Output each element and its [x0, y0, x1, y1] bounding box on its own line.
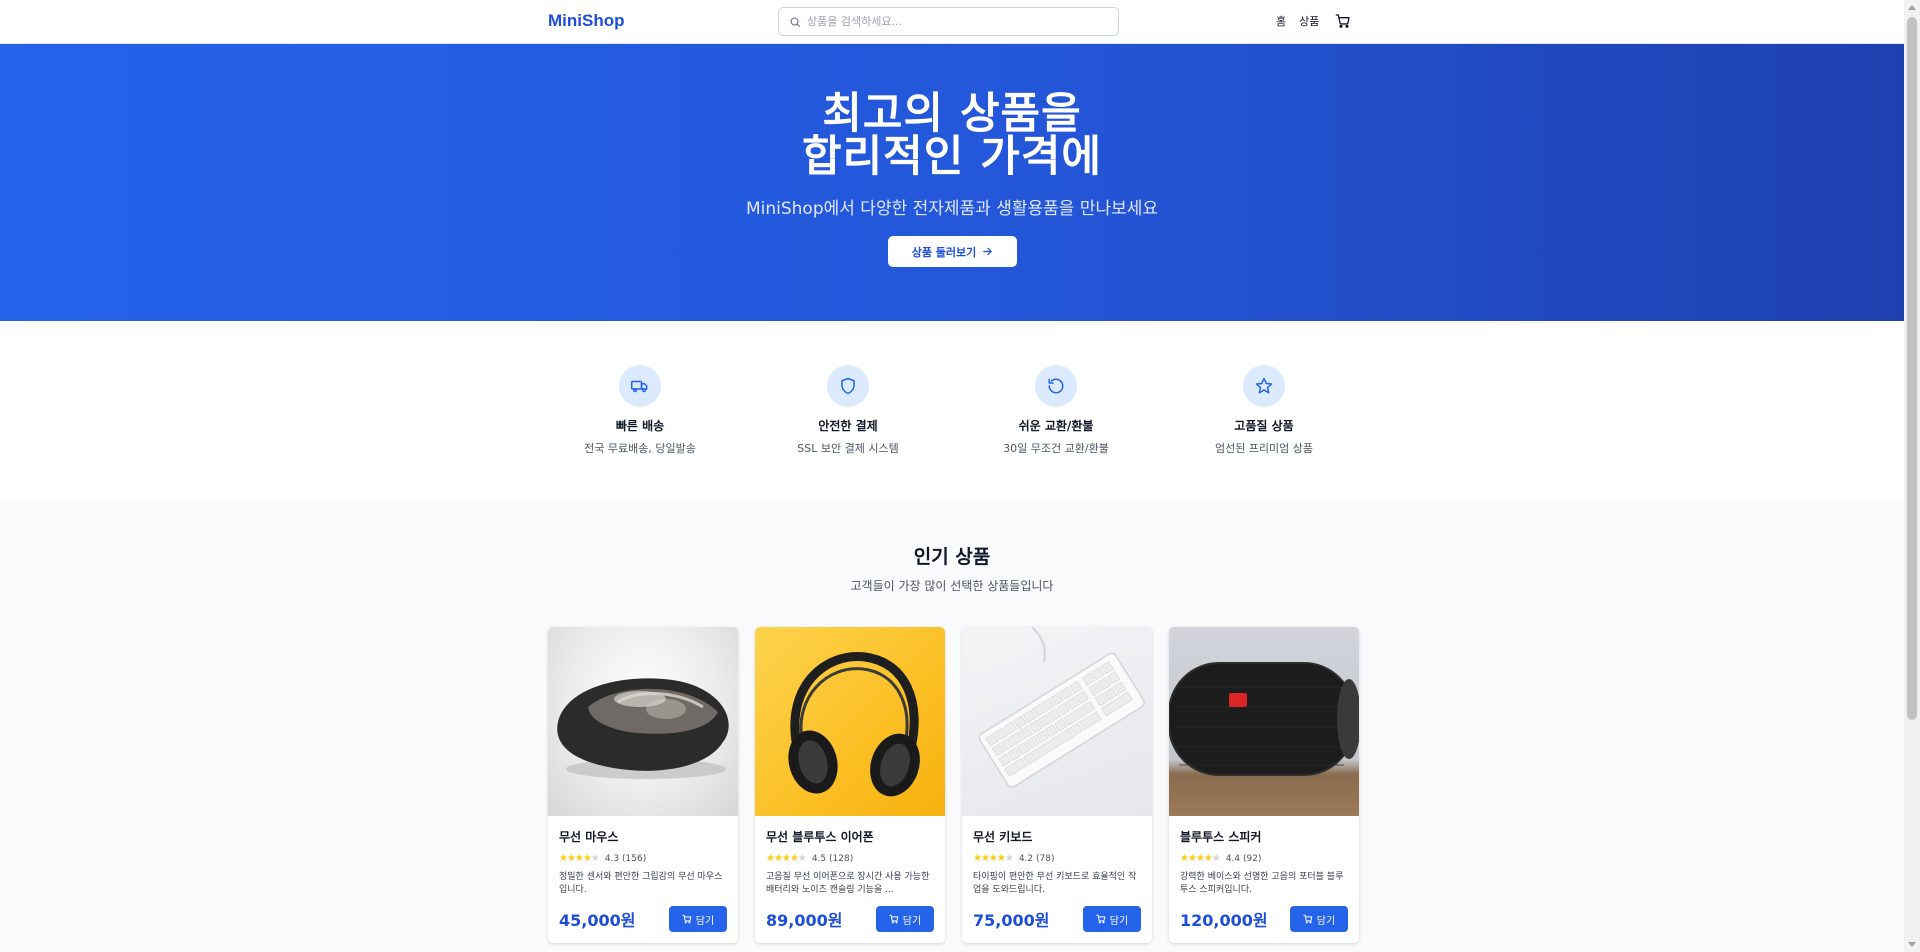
cart-icon: [1303, 914, 1313, 924]
product-card[interactable]: 무선 키보드 ★★★★★ 4.2 (78) 타이핑이 편안한 무선 키보드로 효…: [962, 627, 1152, 943]
product-price: 89,000원: [766, 911, 843, 930]
feature-high-quality: 고품질 상품 엄선된 프리미엄 상품: [1174, 365, 1354, 456]
feature-fast-delivery: 빠른 배송 전국 무료배송, 당일발송: [550, 365, 730, 456]
add-to-cart-button[interactable]: 담기: [1290, 906, 1348, 932]
product-rating: ★★★★★ 4.4 (92): [1180, 853, 1348, 864]
rating-stars: ★★★★★: [973, 853, 1014, 864]
product-desc: 고음질 무선 이어폰으로 장시간 사용 가능한 배터리와 노이즈 캔슬링 기능을…: [766, 872, 930, 895]
feature-desc: 전국 무료배송, 당일발송: [584, 442, 696, 455]
nav-home[interactable]: 홈: [1276, 13, 1286, 29]
product-price: 120,000원: [1180, 911, 1268, 930]
hero-subtitle: MiniShop에서 다양한 전자제품과 생활용품을 만나보세요: [745, 199, 1159, 219]
rating-value: 4.3: [604, 853, 620, 864]
add-to-cart-button[interactable]: 담기: [876, 906, 934, 932]
product-image-earphones[interactable]: [755, 627, 945, 816]
popular-products-section: 인기 상품 고객들이 가장 많이 선택한 상품들입니다 무선 마우스 ★★★★★…: [0, 500, 1904, 952]
product-desc: 정밀한 센서와 편안한 그립감의 무선 마우스입니다.: [559, 872, 723, 895]
product-card[interactable]: 무선 블루투스 이어폰 ★★★★★ 4.5 (128) 고음질 무선 이어폰으로…: [755, 627, 945, 943]
feature-desc: 30일 무조건 교환/환불: [1003, 442, 1109, 455]
review-count: (128): [829, 853, 854, 864]
feature-icon-circle: [1035, 365, 1077, 407]
product-price: 75,000원: [973, 911, 1050, 930]
product-desc: 강력한 베이스와 선명한 고음의 포터블 블루투스 스피커입니다.: [1180, 872, 1344, 895]
product-name[interactable]: 무선 블루투스 이어폰: [766, 828, 934, 845]
rating-stars: ★★★★★: [766, 853, 807, 864]
browse-products-button[interactable]: 상품 둘러보기: [888, 236, 1017, 267]
star-icon: [1255, 377, 1273, 394]
cart-icon[interactable]: [1335, 13, 1351, 29]
rating-stars: ★★★★★: [1180, 853, 1221, 864]
hero-title: 최고의 상품을 합리적인 가격에: [0, 93, 1904, 179]
feature-icon-circle: [827, 365, 869, 407]
section-title: 인기 상품: [913, 546, 991, 568]
mouse-illustration: [557, 678, 729, 779]
feature-easy-return: 쉬운 교환/환불 30일 무조건 교환/환불: [966, 365, 1146, 456]
product-name[interactable]: 무선 마우스: [559, 828, 727, 845]
product-desc: 타이핑이 편안한 무선 키보드로 효율적인 작업을 도와드립니다.: [973, 872, 1137, 895]
review-count: (156): [622, 853, 647, 864]
hero-banner: 최고의 상품을 합리적인 가격에 MiniShop에서 다양한 전자제품과 생활…: [0, 44, 1904, 321]
vertical-scrollbar[interactable]: [1904, 0, 1920, 952]
top-navbar: MiniShop 홈 상품: [0, 0, 1904, 44]
add-to-cart-label: 담기: [695, 915, 715, 927]
truck-icon: [631, 380, 648, 393]
search-icon: [790, 16, 801, 27]
product-card[interactable]: 무선 마우스 ★★★★★ 4.3 (156) 정밀한 센서와 편안한 그립감의 …: [548, 627, 738, 943]
rating-value: 4.2: [1018, 853, 1034, 864]
product-price: 45,000원: [559, 911, 636, 930]
add-to-cart-button[interactable]: 담기: [669, 906, 727, 932]
product-image-keyboard[interactable]: [962, 627, 1152, 816]
product-rating: ★★★★★ 4.5 (128): [766, 853, 934, 864]
add-to-cart-button[interactable]: 담기: [1083, 906, 1141, 932]
add-to-cart-label: 담기: [902, 915, 922, 927]
feature-title: 고품질 상품: [1234, 419, 1294, 433]
feature-secure-payment: 안전한 결제 SSL 보안 결제 시스템: [758, 365, 938, 456]
scroll-up-icon[interactable]: [1908, 5, 1916, 10]
cart-icon: [682, 914, 692, 924]
scrollbar-thumb[interactable]: [1907, 17, 1917, 720]
search-input[interactable]: [807, 15, 1097, 28]
refresh-icon: [1048, 378, 1064, 394]
page: MiniShop 홈 상품 최고의 상품을 합리적인 가격에 MiniShop에…: [0, 0, 1904, 952]
product-name[interactable]: 무선 키보드: [973, 828, 1141, 845]
main-nav: 홈 상품: [1276, 13, 1351, 29]
cart-icon: [889, 914, 899, 924]
product-rating: ★★★★★ 4.3 (156): [559, 853, 727, 864]
scroll-down-icon[interactable]: [1908, 942, 1916, 947]
logo[interactable]: MiniShop: [548, 11, 624, 31]
product-name[interactable]: 블루투스 스피커: [1180, 828, 1348, 845]
add-to-cart-label: 담기: [1316, 915, 1336, 927]
cart-icon: [1096, 914, 1106, 924]
product-rating: ★★★★★ 4.2 (78): [973, 853, 1141, 864]
product-image-speaker[interactable]: [1169, 627, 1359, 816]
arrow-right-icon: [983, 247, 993, 256]
browse-products-label: 상품 둘러보기: [911, 245, 977, 259]
feature-title: 쉬운 교환/환불: [1018, 419, 1094, 433]
shield-icon: [841, 377, 855, 395]
feature-desc: SSL 보안 결제 시스템: [797, 442, 899, 455]
hero-title-line2: 합리적인 가격에: [802, 132, 1102, 182]
feature-title: 안전한 결제: [818, 419, 878, 433]
product-card[interactable]: 블루투스 스피커 ★★★★★ 4.4 (92) 강력한 베이스와 선명한 고음의…: [1169, 627, 1359, 943]
feature-icon-circle: [1243, 365, 1285, 407]
review-count: (78): [1036, 853, 1055, 864]
product-image-mouse[interactable]: [548, 627, 738, 816]
keyboard-illustration: [978, 627, 1145, 788]
section-subtitle: 고객들이 가장 많이 선택한 상품들입니다: [850, 579, 1054, 593]
rating-value: 4.4: [1225, 853, 1241, 864]
search-box[interactable]: [778, 7, 1119, 36]
feature-title: 빠른 배송: [615, 419, 665, 433]
feature-desc: 엄선된 프리미엄 상품: [1214, 442, 1314, 455]
rating-stars: ★★★★★: [559, 853, 600, 864]
rating-value: 4.5: [811, 853, 827, 864]
feature-icon-circle: [619, 365, 661, 407]
speaker-illustration: [1169, 662, 1359, 776]
add-to-cart-label: 담기: [1109, 915, 1129, 927]
review-count: (92): [1243, 853, 1262, 864]
features-section: 빠른 배송 전국 무료배송, 당일발송 안전한 결제 SSL 보안 결제 시스템…: [0, 321, 1904, 500]
headphones-illustration: [788, 652, 920, 797]
nav-products[interactable]: 상품: [1299, 13, 1319, 29]
